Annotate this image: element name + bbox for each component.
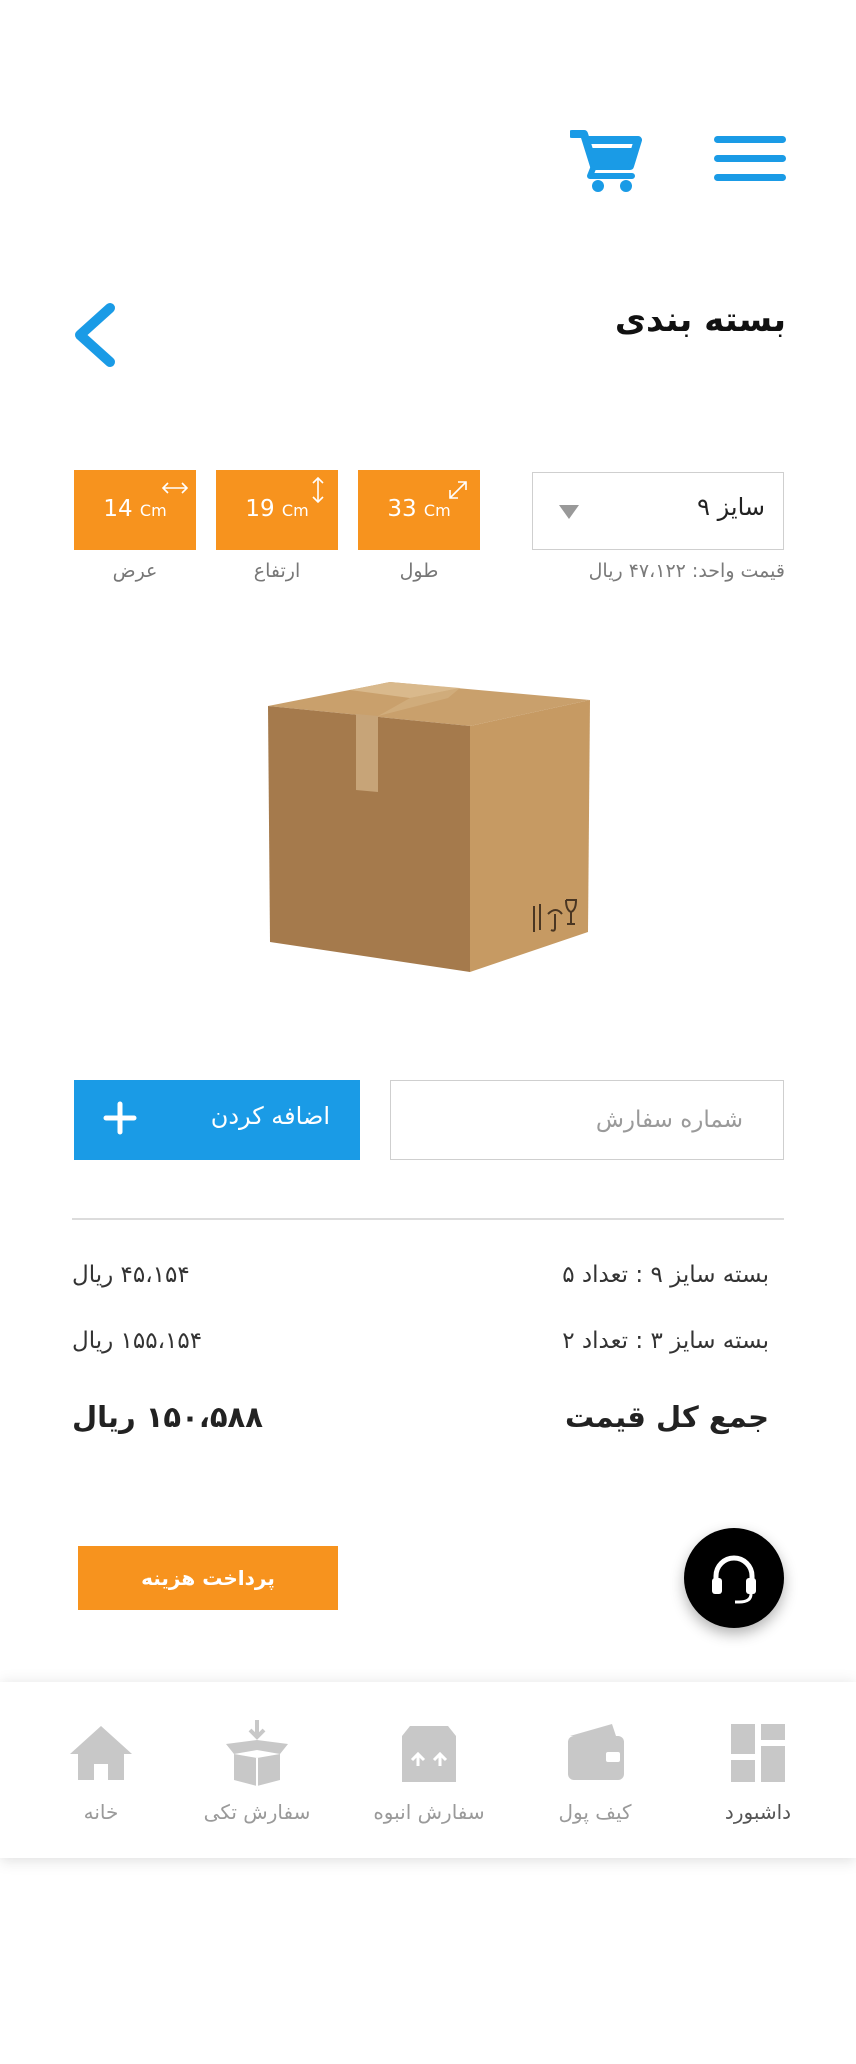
nav-item-bulk-order[interactable]: سفارش انبوه xyxy=(349,1682,509,1858)
width-box: 14 Cm xyxy=(74,470,196,550)
pay-button[interactable]: پرداخت هزینه xyxy=(78,1546,338,1610)
nav-item-home[interactable]: خانه xyxy=(21,1682,181,1858)
vertical-arrow-icon xyxy=(312,476,324,504)
nav-item-single-order[interactable]: سفارش تکی xyxy=(177,1682,337,1858)
order-line-desc: بسته سایز ۹ : تعداد ۵ xyxy=(562,1262,769,1288)
nav-label: سفارش انبوه xyxy=(373,1800,485,1824)
home-icon xyxy=(70,1726,132,1780)
add-button[interactable]: اضافه کردن xyxy=(74,1080,360,1160)
page-title: بسته بندی xyxy=(614,300,786,340)
dashboard-icon xyxy=(731,1724,785,1782)
cardboard-box-image xyxy=(260,670,600,980)
horizontal-arrow-icon xyxy=(161,482,189,494)
height-value: 19 xyxy=(245,496,275,522)
nav-label: کیف پول xyxy=(558,1800,632,1824)
height-label: ارتفاع xyxy=(253,560,301,582)
size-select[interactable]: سایز ۹ xyxy=(532,472,784,550)
single-order-icon xyxy=(226,1720,288,1786)
unit-price: قیمت واحد: ۴۷،۱۲۲ ریال xyxy=(588,560,785,582)
bottom-nav: داشبورد کیف پول سفارش انبوه سفارش تکی خا… xyxy=(0,1682,856,1858)
order-line-price: ۴۵،۱۵۴ ریال xyxy=(72,1262,190,1288)
shopping-cart-icon[interactable] xyxy=(568,126,642,196)
support-headset-button[interactable] xyxy=(684,1528,784,1628)
nav-label: خانه xyxy=(83,1800,119,1824)
order-number-input[interactable] xyxy=(390,1080,784,1160)
length-label: طول xyxy=(399,560,439,582)
bulk-order-icon xyxy=(402,1726,456,1782)
chevron-left-icon[interactable] xyxy=(68,300,122,370)
length-value: 33 xyxy=(387,496,417,522)
order-line-price: ۱۵۵،۱۵۴ ریال xyxy=(72,1328,203,1354)
length-box: 33 Cm xyxy=(358,470,480,550)
total-label: جمع کل قیمت xyxy=(564,1400,769,1434)
width-label: عرض xyxy=(112,560,158,582)
size-select-value: سایز ۹ xyxy=(697,493,765,521)
wallet-icon xyxy=(568,1724,624,1780)
width-value: 14 xyxy=(103,496,133,522)
diagonal-arrow-icon xyxy=(449,481,467,499)
nav-item-wallet[interactable]: کیف پول xyxy=(515,1682,675,1858)
nav-item-dashboard[interactable]: داشبورد xyxy=(678,1682,838,1858)
dropdown-arrow-icon xyxy=(559,505,579,519)
total-value: ۱۵۰،۵۸۸ ریال xyxy=(72,1400,263,1434)
headset-icon xyxy=(712,1555,756,1604)
add-button-label: اضافه کردن xyxy=(210,1102,330,1130)
hamburger-menu-icon[interactable] xyxy=(714,132,786,186)
height-box: 19 Cm xyxy=(216,470,338,550)
plus-icon xyxy=(103,1101,137,1135)
nav-label: سفارش تکی xyxy=(203,1800,311,1824)
nav-label: داشبورد xyxy=(724,1800,792,1824)
divider xyxy=(72,1218,784,1220)
order-line-desc: بسته سایز ۳ : تعداد ۲ xyxy=(562,1328,769,1354)
